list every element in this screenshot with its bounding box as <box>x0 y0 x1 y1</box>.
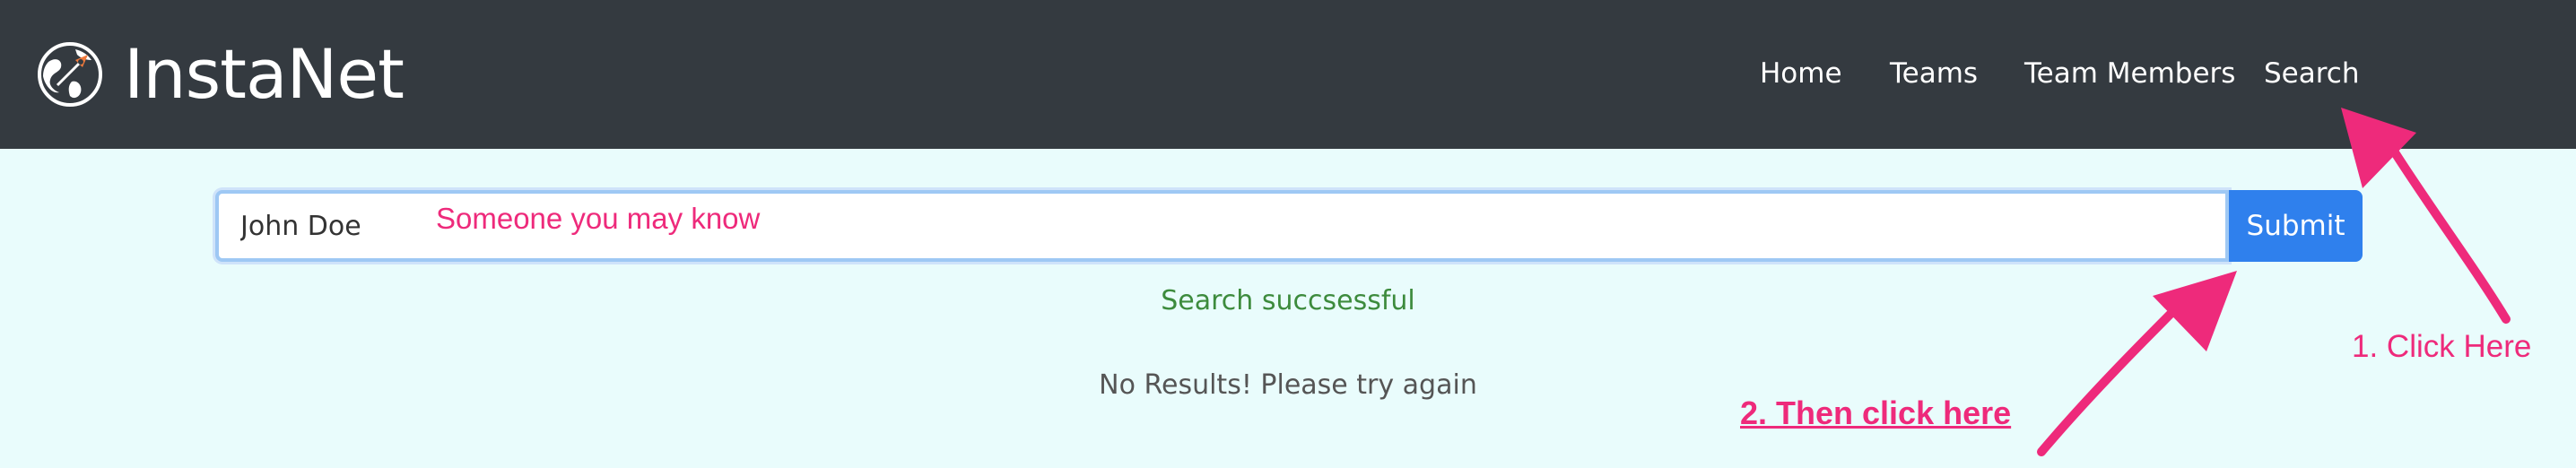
annotation-arrows <box>2037 108 2511 456</box>
arrow-to-search-icon <box>2341 108 2511 324</box>
step1-annotation: 1. Click Here <box>2352 329 2532 364</box>
arrow-to-submit-icon <box>2037 271 2237 456</box>
step2-annotation: 2. Then click here <box>1740 394 2012 431</box>
